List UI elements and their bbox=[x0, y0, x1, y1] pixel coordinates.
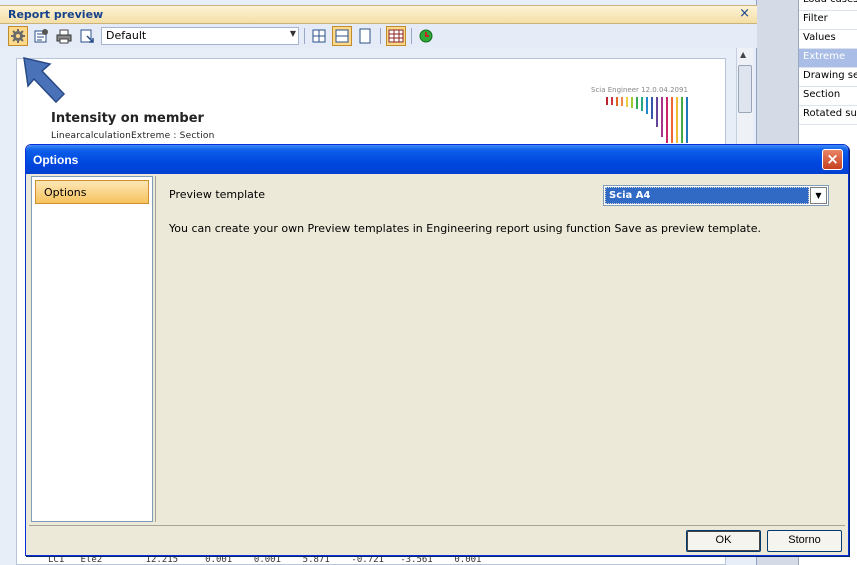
report-heading: Intensity on member bbox=[51, 111, 204, 126]
refresh-icon[interactable] bbox=[416, 26, 436, 46]
storno-button[interactable]: Storno bbox=[767, 530, 842, 552]
dialog-button-bar: OK Storno bbox=[29, 525, 845, 554]
options-dialog: Options × Options Preview template Scia … bbox=[25, 144, 849, 556]
report-table-row: LC1 Ele2 12.215 0.001 0.001 5.871 -0.721… bbox=[48, 555, 482, 565]
dialog-body: Options Preview template Scia A4 ▼ You c… bbox=[29, 174, 845, 554]
preview-scrollbar[interactable]: ▲ bbox=[736, 48, 753, 148]
chevron-down-icon: ▼ bbox=[289, 29, 296, 38]
toolbar-separator bbox=[304, 28, 305, 44]
report-preview-toolbar: Default ▼ bbox=[0, 24, 757, 48]
prop-row-section[interactable]: Section bbox=[799, 87, 857, 106]
dialog-content: Preview template Scia A4 ▼ You can creat… bbox=[155, 176, 843, 522]
report-preview-close-icon[interactable]: × bbox=[739, 6, 750, 21]
prop-row-filter[interactable]: Filter bbox=[799, 11, 857, 30]
nav-item-options[interactable]: Options bbox=[35, 180, 149, 204]
print-icon[interactable] bbox=[54, 26, 74, 46]
preview-template-dropdown[interactable]: Scia A4 ▼ bbox=[603, 185, 829, 206]
dialog-title: Options bbox=[33, 153, 79, 167]
toolbar-separator bbox=[411, 28, 412, 44]
dialog-nav-list: Options bbox=[31, 176, 153, 522]
info-text: You can create your own Preview template… bbox=[169, 222, 761, 235]
report-preview-title: Report preview bbox=[8, 8, 104, 21]
dialog-titlebar[interactable]: Options × bbox=[26, 145, 848, 174]
zoom-width-icon[interactable] bbox=[309, 26, 329, 46]
table-icon[interactable] bbox=[386, 26, 406, 46]
annotation-arrow-icon bbox=[23, 57, 66, 104]
preview-template-label: Preview template bbox=[169, 188, 265, 201]
toolbar-separator bbox=[380, 28, 381, 44]
prop-row-extreme[interactable]: Extreme bbox=[799, 49, 857, 68]
close-icon[interactable]: × bbox=[822, 149, 843, 170]
template-dropdown-value: Default bbox=[106, 29, 147, 42]
preview-template-value: Scia A4 bbox=[605, 187, 809, 204]
prop-row-rotated[interactable]: Rotated su bbox=[799, 106, 857, 125]
template-dropdown[interactable]: Default ▼ bbox=[101, 27, 299, 45]
scia-logo bbox=[606, 97, 688, 143]
logo-text: Scia Engineer 12.0.04.2091 bbox=[591, 86, 688, 94]
prop-row-drawing-setup[interactable]: Drawing se bbox=[799, 68, 857, 87]
scrollbar-thumb[interactable] bbox=[738, 65, 752, 113]
ok-button[interactable]: OK bbox=[686, 530, 761, 552]
zoom-page-icon[interactable] bbox=[332, 26, 352, 46]
report-preview-titlebar: Report preview × bbox=[0, 5, 757, 24]
prop-row-values[interactable]: Values bbox=[799, 30, 857, 49]
prop-row-load-cases[interactable]: Load cases bbox=[799, 0, 857, 11]
chevron-down-icon[interactable]: ▼ bbox=[810, 187, 827, 204]
scroll-up-icon[interactable]: ▲ bbox=[740, 50, 746, 59]
page-setup-icon[interactable] bbox=[31, 26, 51, 46]
export-icon[interactable] bbox=[77, 26, 97, 46]
report-subheading: LinearcalculationExtreme : Section bbox=[51, 131, 215, 141]
single-page-icon[interactable] bbox=[355, 26, 375, 46]
settings-icon[interactable] bbox=[8, 26, 28, 46]
